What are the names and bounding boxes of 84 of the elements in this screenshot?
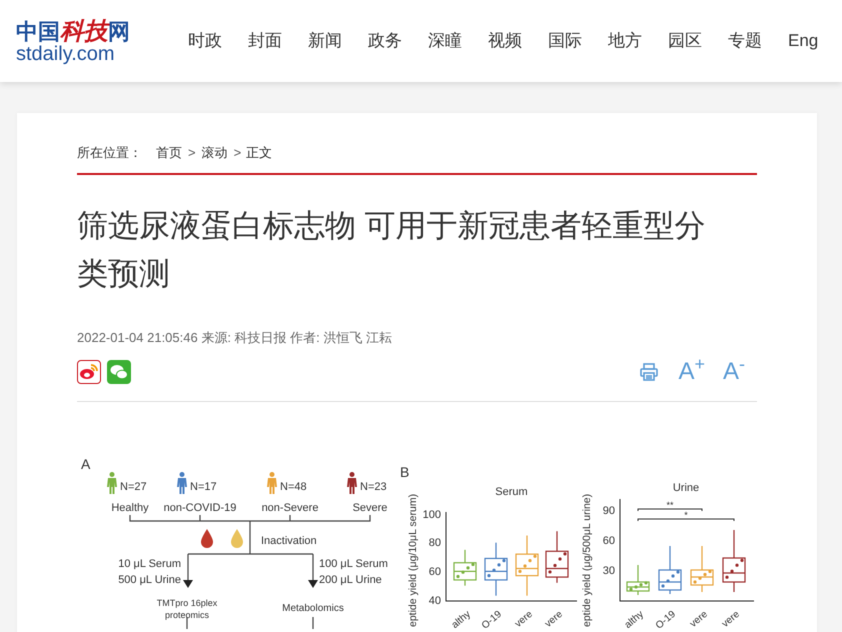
weibo-icon [79, 363, 99, 381]
tick-label: 100 [422, 509, 441, 521]
printer-icon [639, 362, 660, 382]
nav-link[interactable]: 视频 [488, 28, 522, 54]
nav-link[interactable]: 政务 [368, 28, 402, 54]
box-plot [545, 531, 569, 583]
nav-link[interactable]: 时政 [188, 28, 222, 54]
tick-label: O-19 [654, 608, 678, 629]
panel-letter: A [81, 456, 90, 472]
wechat-icon [109, 363, 129, 381]
box-plot [484, 542, 508, 596]
plot-title: Serum [495, 486, 528, 498]
tick-label: vere [720, 608, 742, 629]
box-plot [626, 565, 650, 595]
group-count: N=48 [280, 481, 307, 493]
box-plot [515, 536, 539, 596]
nav-link[interactable]: 地方 [608, 28, 642, 54]
tick-label: 30 [602, 565, 615, 577]
figure-label: TMTpro 16plex [156, 598, 218, 608]
logo-domain: stdaily.com [16, 44, 116, 64]
group-name: non-COVID-19 [164, 502, 236, 514]
article-meta: 2022-01-04 21:05:46 来源: 科技日报 作者: 洪恒飞 江耘 [77, 328, 393, 346]
figure-label: Metabolomics [282, 603, 344, 614]
box-plot [658, 546, 682, 594]
breadcrumb-current: 正文 [246, 144, 272, 162]
breadcrumb-separator: > [234, 144, 242, 162]
box-plot [453, 550, 477, 586]
axis-label: eptide yield (μg/10μL serum) [407, 494, 419, 627]
nav-link[interactable]: 新闻 [308, 28, 342, 54]
figure-label: 200 μL Urine [319, 574, 382, 586]
nav-link[interactable]: 专题 [728, 28, 762, 54]
tick-label: 40 [428, 595, 441, 607]
print-button[interactable] [638, 361, 660, 383]
group-name: non-Severe [262, 502, 318, 514]
group-name: Severe [352, 502, 388, 514]
urine-drop-icon [231, 529, 243, 548]
breadcrumb-link[interactable]: 滚动 [202, 143, 228, 162]
tick-label: O-19 [480, 608, 504, 629]
tick-label: 60 [428, 566, 441, 578]
connector-line [312, 617, 314, 629]
significance-mark: ** [666, 500, 674, 510]
tick-label: althy [622, 608, 646, 629]
tick-label: 90 [602, 505, 615, 517]
tick-label: vere [688, 608, 710, 629]
significance-mark: * [684, 510, 688, 520]
axis-label: eptide yield (μg/500μL urine) [581, 494, 593, 627]
box-plot [722, 530, 746, 592]
nav-link[interactable]: 园区 [668, 28, 702, 54]
tick-label: vere [512, 608, 535, 629]
tick-label: 60 [602, 535, 615, 547]
box-plot [690, 546, 714, 592]
down-arrow [308, 554, 318, 588]
article-title: 筛选尿液蛋白标志物 可用于新冠患者轻重型分类预测 [77, 206, 707, 292]
breadcrumb-label: 所在位置： [77, 144, 142, 162]
tick-label: althy [450, 608, 473, 629]
logo-text: 中国 [16, 20, 60, 42]
breadcrumb-separator: > [188, 144, 196, 162]
figure-label: Inactivation [261, 535, 317, 547]
site-logo[interactable]: 中国科技网 stdaily.com [16, 18, 136, 64]
nav-link[interactable]: 深瞳 [428, 28, 462, 54]
logo-text: 网 [108, 20, 130, 42]
figure-label: 10 μL Serum [118, 558, 181, 570]
tick-label: vere [542, 608, 565, 629]
nav-link[interactable]: 封面 [248, 28, 282, 54]
group-count: N=27 [120, 481, 147, 493]
group-count: N=23 [360, 481, 387, 493]
nav-link[interactable]: Eng [788, 28, 818, 54]
figure-label: proteomics [165, 610, 209, 620]
down-arrow [183, 554, 193, 588]
connector-line [186, 617, 188, 629]
figure-label: 500 μL Urine [118, 574, 181, 586]
group-count: N=17 [190, 481, 217, 493]
group-name: Healthy [111, 502, 149, 514]
weibo-share-button[interactable] [77, 360, 101, 384]
plot-title: Urine [672, 482, 700, 494]
blood-drop-icon [201, 529, 213, 548]
breadcrumb-link[interactable]: 首页 [156, 143, 182, 162]
logo-calligraphy: 科技 [60, 18, 108, 42]
wechat-share-button[interactable] [107, 360, 131, 384]
nav-link[interactable]: 国际 [548, 28, 582, 54]
tick-label: 80 [428, 537, 441, 549]
panel-letter: B [400, 464, 410, 480]
significance-bracket [638, 508, 702, 512]
figure-label: 100 μL Serum [319, 558, 388, 570]
